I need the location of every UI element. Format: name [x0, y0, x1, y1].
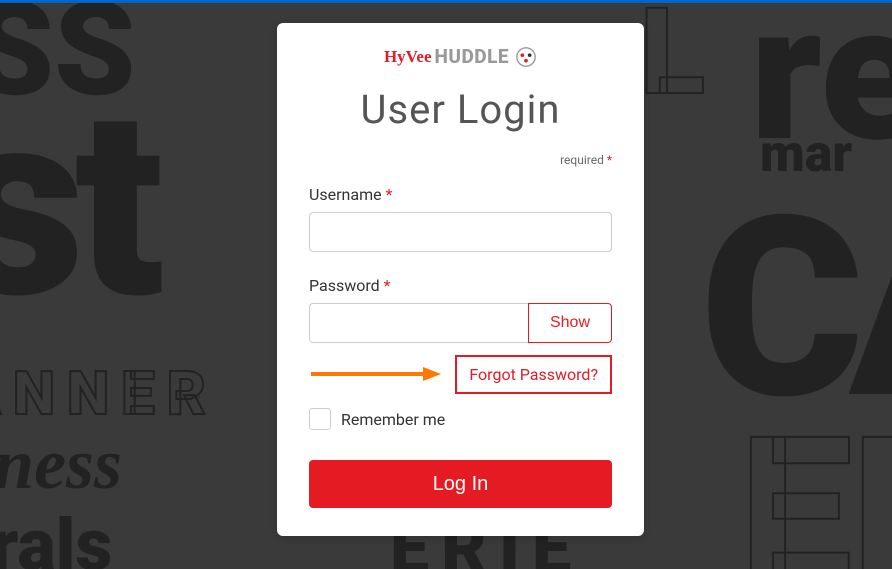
required-note: required * [309, 153, 612, 167]
forgot-password-row: Forgot Password? [309, 355, 612, 394]
logo: HyVee HUDDLE [309, 45, 612, 68]
password-label: Password * [309, 276, 612, 295]
login-button[interactable]: Log In [309, 460, 612, 508]
huddle-icon [515, 46, 537, 68]
login-card: HyVee HUDDLE User Login required * Usern… [277, 23, 644, 536]
remember-me-checkbox[interactable] [309, 408, 331, 430]
password-field-group: Password * Show [309, 276, 612, 343]
password-input[interactable] [309, 303, 528, 343]
remember-me-label: Remember me [341, 410, 445, 429]
remember-me-row: Remember me [309, 408, 612, 430]
logo-brand-right: HUDDLE [434, 45, 509, 68]
forgot-password-link[interactable]: Forgot Password? [455, 355, 612, 394]
show-password-button[interactable]: Show [528, 303, 612, 343]
logo-brand-left: HyVee [384, 47, 432, 67]
annotation-arrow-icon [311, 364, 441, 384]
page-title: User Login [309, 86, 612, 133]
username-field-group: Username * [309, 185, 612, 252]
username-input[interactable] [309, 212, 612, 252]
username-label: Username * [309, 185, 612, 204]
